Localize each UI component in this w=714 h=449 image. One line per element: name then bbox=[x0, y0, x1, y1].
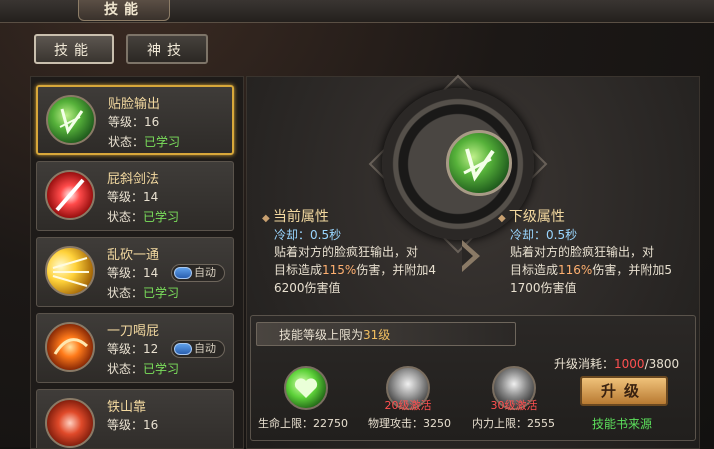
stat-attack-lock: 20级激活 bbox=[384, 399, 432, 412]
skill-level: 等级：16 bbox=[107, 418, 159, 432]
fire-slash-skill-icon bbox=[45, 322, 95, 372]
skill-name: 屁斜剑法 bbox=[107, 172, 160, 187]
toggle-knob-icon bbox=[174, 343, 192, 355]
skill-item-1[interactable]: 贴脸输出 等级：16 状态：已学习 bbox=[36, 85, 234, 155]
arrow-inner-icon bbox=[462, 246, 473, 266]
stat-hp-label: 生命上限：22750 bbox=[258, 417, 348, 430]
skill-level: 等级：12 bbox=[107, 342, 159, 356]
skill-status: 状态：已学习 bbox=[107, 286, 180, 300]
stat-power-lock: 30级激活 bbox=[490, 399, 538, 412]
skill-name: 铁山靠 bbox=[107, 400, 147, 415]
current-attributes-title: ◆ 当前属性 bbox=[262, 209, 329, 225]
upgrade-button[interactable]: 升级 bbox=[580, 376, 668, 406]
skill-level: 等级：14 bbox=[107, 190, 159, 204]
burst-skill-icon bbox=[45, 246, 95, 296]
window-title: 技能 bbox=[78, 0, 170, 21]
next-attributes-title: ◆ 下级属性 bbox=[498, 209, 565, 225]
current-cooldown: 冷却：0.5秒 bbox=[274, 228, 342, 242]
skill-item-4[interactable]: 一刀喝屁 等级：12 状态：已学习 自动 bbox=[36, 313, 234, 383]
shoulder-skill-icon bbox=[45, 398, 95, 448]
toggle-knob-icon bbox=[174, 267, 192, 279]
next-description: 贴着对方的脸疯狂输出，对 目标造成116%伤害，并附加5 1700伤害值 bbox=[510, 245, 672, 295]
upgrade-cost: 升级消耗：1000/3800 bbox=[554, 357, 680, 371]
next-cooldown: 冷却：0.5秒 bbox=[510, 228, 578, 242]
stat-power-label: 内力上限：2555 bbox=[472, 417, 555, 430]
skill-name: 贴脸输出 bbox=[108, 97, 161, 112]
selected-skill-icon bbox=[446, 130, 512, 196]
tab-skills[interactable]: 技能 bbox=[34, 34, 114, 64]
skill-item-5[interactable]: 铁山靠 等级：16 bbox=[36, 389, 234, 448]
skill-level: 等级：16 bbox=[108, 115, 160, 129]
skill-name: 乱砍一通 bbox=[107, 248, 160, 263]
skill-status: 状态：已学习 bbox=[107, 210, 180, 224]
tab-divine-skills[interactable]: 神技 bbox=[126, 34, 208, 64]
skill-book-source-link[interactable]: 技能书来源 bbox=[592, 415, 652, 432]
sword-skill-icon bbox=[45, 170, 95, 220]
skill-level: 等级：14 bbox=[107, 266, 159, 280]
auto-cast-toggle[interactable]: 自动 bbox=[171, 264, 225, 282]
slash-skill-icon bbox=[46, 95, 96, 145]
current-description: 贴着对方的脸疯狂输出，对 目标造成115%伤害，并附加4 6200伤害值 bbox=[274, 245, 436, 295]
heart-stat-icon[interactable] bbox=[284, 366, 328, 410]
skill-item-3[interactable]: 乱砍一通 等级：14 状态：已学习 自动 bbox=[36, 237, 234, 307]
skill-name: 一刀喝屁 bbox=[107, 324, 160, 339]
skill-item-2[interactable]: 屁斜剑法 等级：14 状态：已学习 bbox=[36, 161, 234, 231]
stat-attack-label: 物理攻击：3250 bbox=[368, 417, 451, 430]
skill-status: 状态：已学习 bbox=[108, 135, 181, 149]
skill-list[interactable]: 贴脸输出 等级：16 状态：已学习 屁斜剑法 等级：14 状态：已学习 乱砍一通… bbox=[30, 76, 244, 449]
auto-cast-toggle[interactable]: 自动 bbox=[171, 340, 225, 358]
level-limit-banner: 技能等级上限为31级 bbox=[256, 322, 516, 346]
skill-status: 状态：已学习 bbox=[107, 362, 180, 376]
